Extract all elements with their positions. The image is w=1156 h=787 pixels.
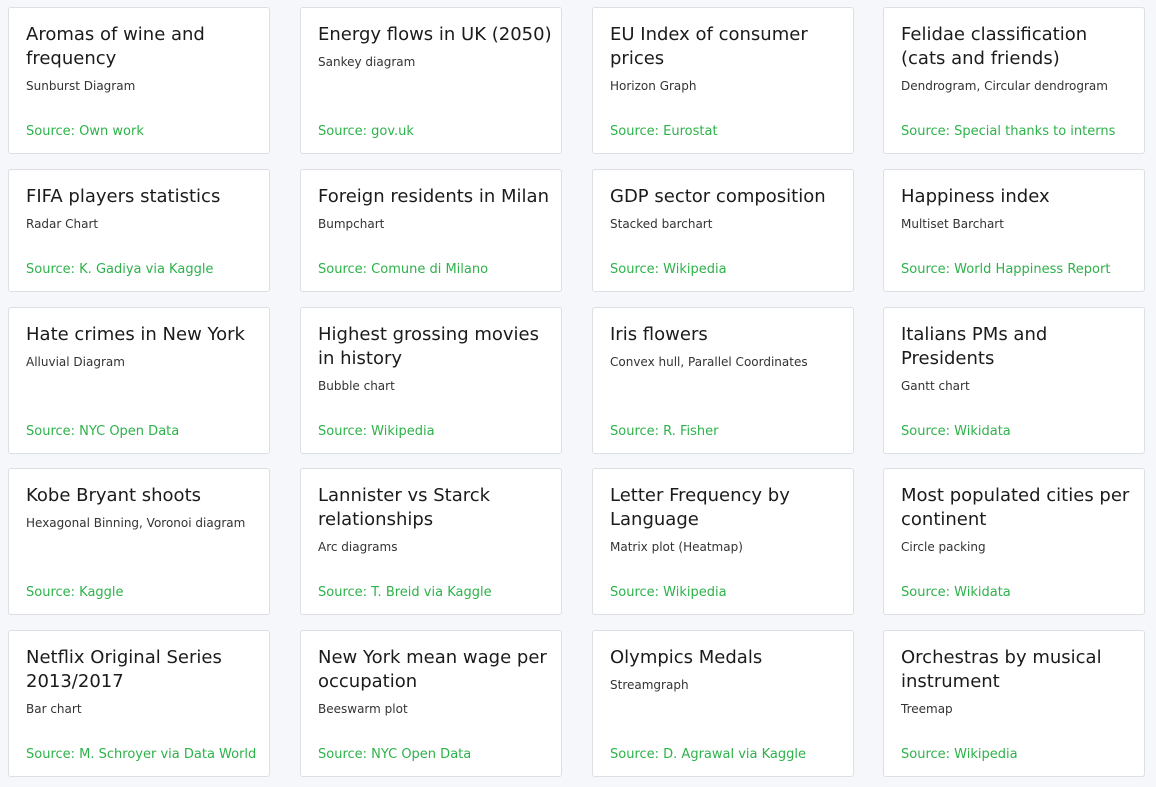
card-chart-type: Hexagonal Binning, Voronoi diagram <box>26 516 246 530</box>
card-source: Source: D. Agrawal via Kaggle <box>610 747 807 762</box>
card-title: FIFA players statistics <box>26 186 221 207</box>
card-title: Orchestras by musical instrument <box>901 647 1102 692</box>
card-source: Source: Kaggle <box>26 585 124 600</box>
dataset-card-eu-consumer-prices[interactable]: EU Index of consumer prices Horizon Grap… <box>592 7 854 154</box>
card-chart-type: Bubble chart <box>318 379 395 393</box>
card-chart-type: Stacked barchart <box>610 217 713 231</box>
dataset-card-orchestras[interactable]: Orchestras by musical instrument Treemap… <box>883 630 1145 777</box>
card-chart-type: Bar chart <box>26 702 82 716</box>
card-chart-type: Matrix plot (Heatmap) <box>610 540 743 554</box>
card-chart-type: Horizon Graph <box>610 79 697 93</box>
card-title: Felidae classification (cats and friends… <box>901 24 1088 69</box>
card-source: Source: gov.uk <box>318 124 414 139</box>
card-chart-type: Multiset Barchart <box>901 217 1004 231</box>
card-source: Source: Wikipedia <box>610 262 727 277</box>
dataset-card-most-populated-cities[interactable]: Most populated cities per continent Circ… <box>883 468 1145 615</box>
card-title: Highest grossing movies in history <box>318 324 540 369</box>
card-source: Source: K. Gadiya via Kaggle <box>26 262 214 277</box>
card-chart-type: Treemap <box>901 702 953 716</box>
dataset-card-gdp-sector-composition[interactable]: GDP sector composition Stacked barchart … <box>592 169 854 292</box>
dataset-card-foreign-residents-milan[interactable]: Foreign residents in Milan Bumpchart Sou… <box>300 169 562 292</box>
dataset-card-kobe-bryant[interactable]: Kobe Bryant shoots Hexagonal Binning, Vo… <box>8 468 270 615</box>
card-title: Energy flows in UK (2050) <box>318 24 552 45</box>
dataset-card-iris-flowers[interactable]: Iris flowers Convex hull, Parallel Coord… <box>592 307 854 454</box>
card-title: Iris flowers <box>610 324 708 345</box>
card-chart-type: Convex hull, Parallel Coordinates <box>610 355 808 369</box>
card-title: Foreign residents in Milan <box>318 186 549 207</box>
dataset-card-fifa-players[interactable]: FIFA players statistics Radar Chart Sour… <box>8 169 270 292</box>
card-source: Source: NYC Open Data <box>26 424 180 439</box>
card-chart-type: Alluvial Diagram <box>26 355 125 369</box>
card-source: Source: Eurostat <box>610 124 718 139</box>
dataset-card-aromas-of-wine[interactable]: Aromas of wine and frequency Sunburst Di… <box>8 7 270 154</box>
dataset-card-lannister-vs-starck[interactable]: Lannister vs Starck relationships Arc di… <box>300 468 562 615</box>
dataset-card-energy-flows-uk[interactable]: Energy flows in UK (2050) Sankey diagram… <box>300 7 562 154</box>
card-title: Italians PMs and Presidents <box>901 324 1048 369</box>
card-title: Olympics Medals <box>610 647 763 668</box>
card-chart-type: Streamgraph <box>610 678 689 692</box>
card-source: Source: Comune di Milano <box>318 262 489 277</box>
dataset-card-letter-frequency[interactable]: Letter Frequency by Language Matrix plot… <box>592 468 854 615</box>
card-source: Source: Wikipedia <box>610 585 727 600</box>
card-title: Aromas of wine and frequency <box>26 24 205 69</box>
card-chart-type: Dendrogram, Circular dendrogram <box>901 79 1108 93</box>
card-title: Lannister vs Starck relationships <box>318 485 491 530</box>
card-chart-type: Sankey diagram <box>318 55 416 69</box>
card-title: EU Index of consumer prices <box>610 24 808 69</box>
card-chart-type: Gantt chart <box>901 379 970 393</box>
card-chart-type: Sunburst Diagram <box>26 79 136 93</box>
card-chart-type: Circle packing <box>901 540 986 554</box>
card-source: Source: Special thanks to interns <box>901 124 1116 139</box>
card-source: Source: World Happiness Report <box>901 262 1111 277</box>
card-title: GDP sector composition <box>610 186 826 207</box>
dataset-card-netflix-original-series[interactable]: Netflix Original Series 2013/2017 Bar ch… <box>8 630 270 777</box>
dataset-card-hate-crimes-ny[interactable]: Hate crimes in New York Alluvial Diagram… <box>8 307 270 454</box>
card-chart-type: Bumpchart <box>318 217 385 231</box>
card-title: Hate crimes in New York <box>26 324 245 345</box>
card-title: Netflix Original Series 2013/2017 <box>26 647 222 692</box>
card-source: Source: Wikidata <box>901 424 1011 439</box>
card-chart-type: Arc diagrams <box>318 540 398 554</box>
card-source: Source: M. Schroyer via Data World <box>26 747 257 762</box>
card-source: Source: Wikipedia <box>901 747 1018 762</box>
card-source: Source: Wikipedia <box>318 424 435 439</box>
card-source: Source: R. Fisher <box>610 424 719 439</box>
card-title: New York mean wage per occupation <box>318 647 547 692</box>
dataset-card-italian-pms[interactable]: Italians PMs and Presidents Gantt chart … <box>883 307 1145 454</box>
card-source: Source: Wikidata <box>901 585 1011 600</box>
dataset-card-olympics-medals[interactable]: Olympics Medals Streamgraph Source: D. A… <box>592 630 854 777</box>
dataset-card-highest-grossing-movies[interactable]: Highest grossing movies in history Bubbl… <box>300 307 562 454</box>
card-title: Happiness index <box>901 186 1050 207</box>
card-source: Source: NYC Open Data <box>318 747 472 762</box>
dataset-card-felidae-classification[interactable]: Felidae classification (cats and friends… <box>883 7 1145 154</box>
card-title: Letter Frequency by Language <box>610 485 790 530</box>
card-source: Source: T. Breid via Kaggle <box>318 585 492 600</box>
card-chart-type: Beeswarm plot <box>318 702 408 716</box>
card-chart-type: Radar Chart <box>26 217 99 231</box>
card-title: Kobe Bryant shoots <box>26 485 202 506</box>
dataset-card-ny-mean-wage[interactable]: New York mean wage per occupation Beeswa… <box>300 630 562 777</box>
dataset-card-happiness-index[interactable]: Happiness index Multiset Barchart Source… <box>883 169 1145 292</box>
card-source: Source: Own work <box>26 124 144 139</box>
card-title: Most populated cities per continent <box>901 485 1130 530</box>
